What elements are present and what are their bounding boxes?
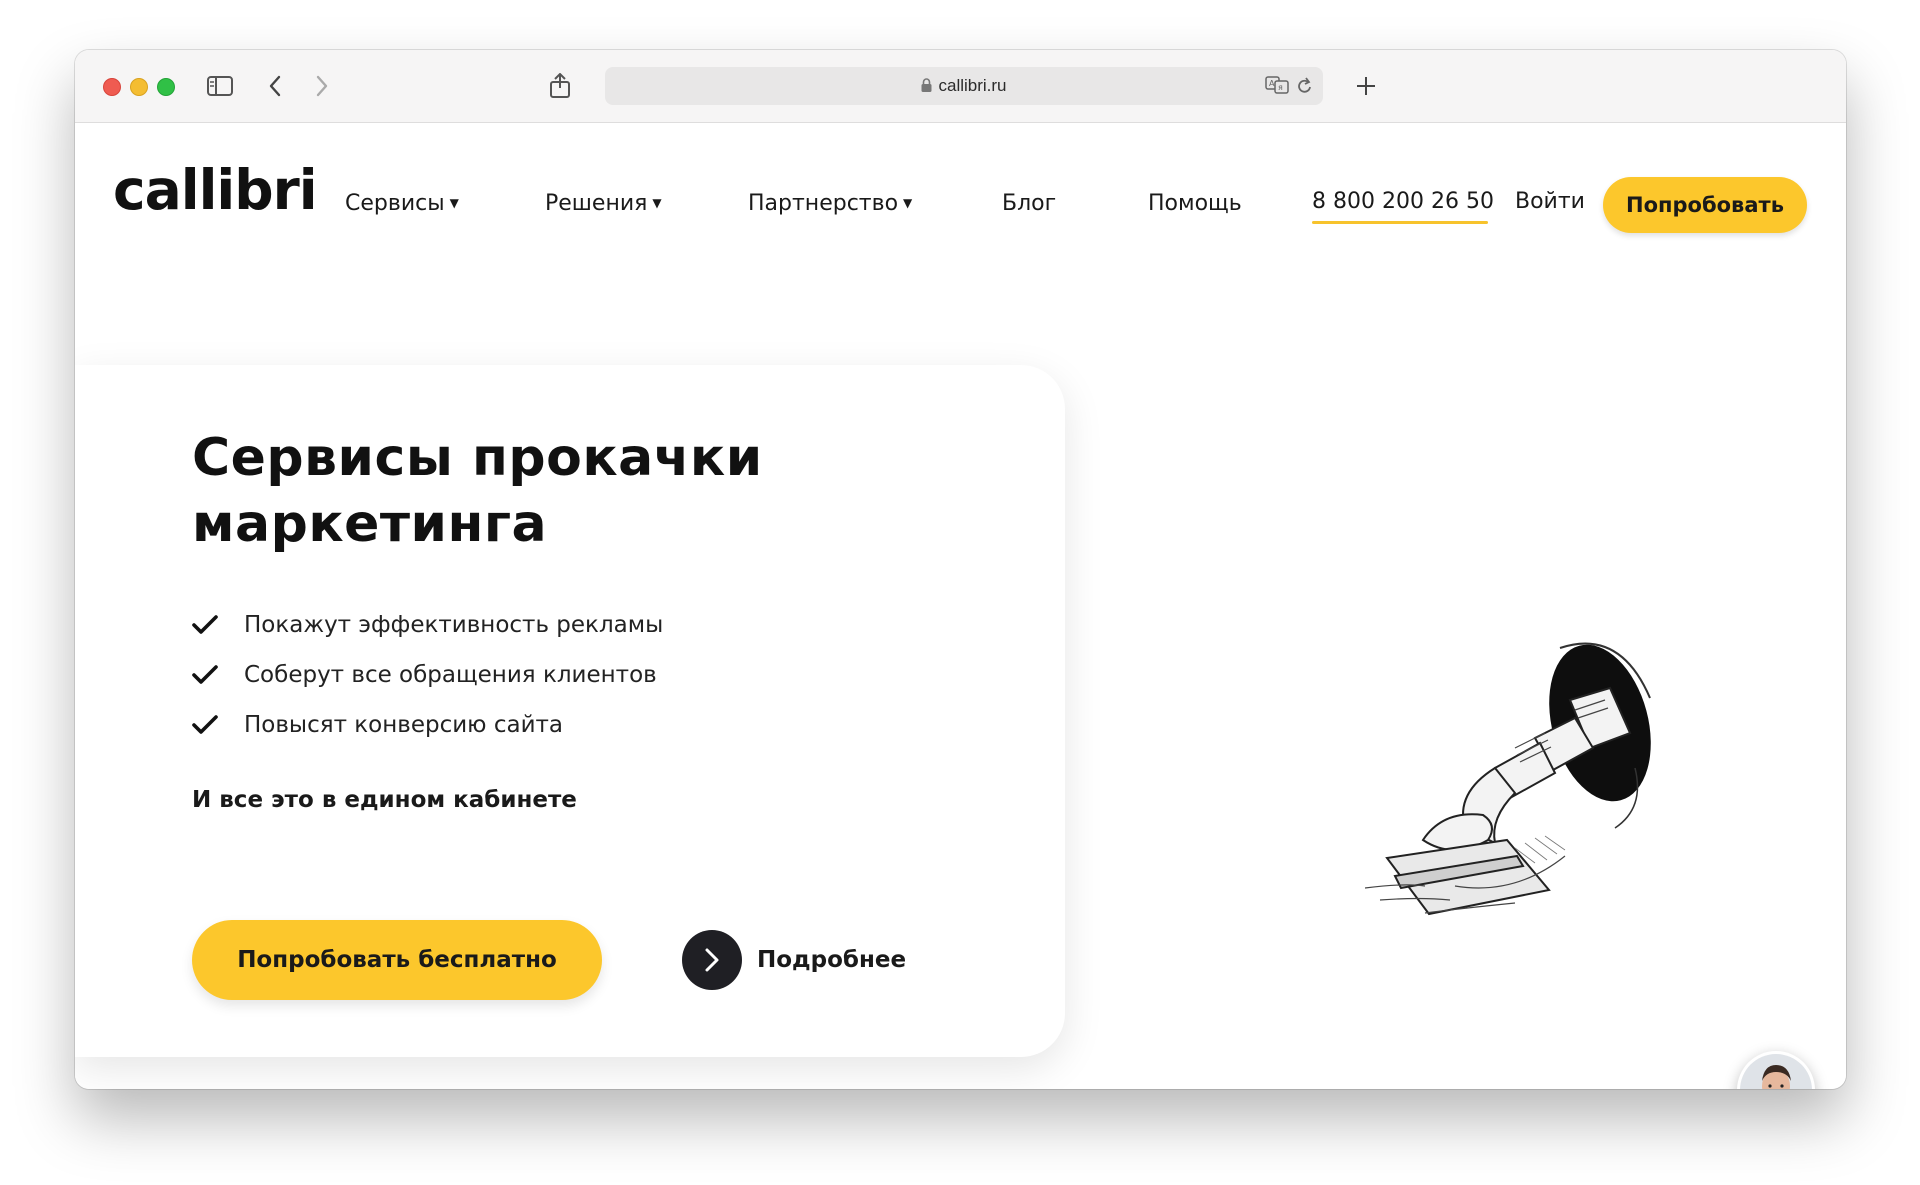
- callibri-logo[interactable]: callibri: [113, 150, 318, 222]
- hero-card: Сервисы прокачки маркетинга Покажут эффе…: [75, 365, 1065, 1057]
- forward-arrow-icon[interactable]: [307, 72, 337, 100]
- try-free-button[interactable]: Попробовать бесплатно: [192, 920, 602, 1000]
- svg-text:A: A: [1269, 79, 1275, 88]
- nav-item-services[interactable]: Сервисы ▼: [345, 191, 459, 216]
- list-item: Соберут все обращения клиентов: [192, 650, 663, 700]
- sidebar-icon[interactable]: [205, 72, 235, 100]
- checkmark-icon: [192, 615, 218, 634]
- browser-window: callibri.ru Aя callibri Сервисы ▼ Решения…: [75, 50, 1846, 1089]
- lock-icon: [921, 77, 932, 97]
- checkmark-icon: [192, 665, 218, 684]
- nav-item-partnership[interactable]: Партнерство ▼: [748, 191, 912, 216]
- address-bar[interactable]: callibri.ru Aя: [605, 67, 1323, 105]
- nav-item-solutions[interactable]: Решения ▼: [545, 191, 662, 216]
- share-icon[interactable]: [545, 72, 575, 100]
- chat-support-avatar[interactable]: [1737, 1051, 1815, 1089]
- login-link[interactable]: Войти: [1515, 189, 1585, 214]
- phone-link[interactable]: 8 800 200 26 50: [1312, 189, 1494, 214]
- phone-underline: [1312, 221, 1488, 224]
- feature-list: Покажут эффективность рекламы Соберут вс…: [192, 600, 663, 750]
- close-window-button[interactable]: [103, 78, 121, 96]
- nav-item-blog[interactable]: Блог: [1002, 191, 1056, 216]
- list-item: Повысят конверсию сайта: [192, 700, 663, 750]
- caret-down-icon: ▼: [449, 196, 459, 210]
- maximize-window-button[interactable]: [157, 78, 175, 96]
- more-link[interactable]: Подробнее: [682, 930, 906, 990]
- caret-down-icon: ▼: [652, 196, 662, 210]
- chevron-right-icon: [682, 930, 742, 990]
- minimize-window-button[interactable]: [130, 78, 148, 96]
- translate-icon[interactable]: Aя: [1265, 76, 1289, 99]
- svg-text:я: я: [1278, 83, 1283, 92]
- back-arrow-icon[interactable]: [260, 72, 290, 100]
- new-tab-plus-icon[interactable]: [1351, 72, 1381, 100]
- try-button[interactable]: Попробовать: [1603, 177, 1807, 233]
- checkmark-icon: [192, 715, 218, 734]
- hero-subtitle: И все это в едином кабинете: [192, 787, 577, 813]
- nav-item-help[interactable]: Помощь: [1148, 191, 1242, 216]
- list-item: Покажут эффективность рекламы: [192, 600, 663, 650]
- url-text: callibri.ru: [938, 76, 1007, 95]
- robot-arm-illustration: [1364, 638, 1685, 968]
- reload-icon[interactable]: [1297, 77, 1313, 100]
- caret-down-icon: ▼: [903, 196, 913, 210]
- browser-toolbar: callibri.ru Aя: [75, 50, 1846, 123]
- hero-title: Сервисы прокачки маркетинга: [192, 428, 763, 554]
- web-page: callibri Сервисы ▼ Решения ▼ Партнерство ▼ …: [75, 123, 1846, 1089]
